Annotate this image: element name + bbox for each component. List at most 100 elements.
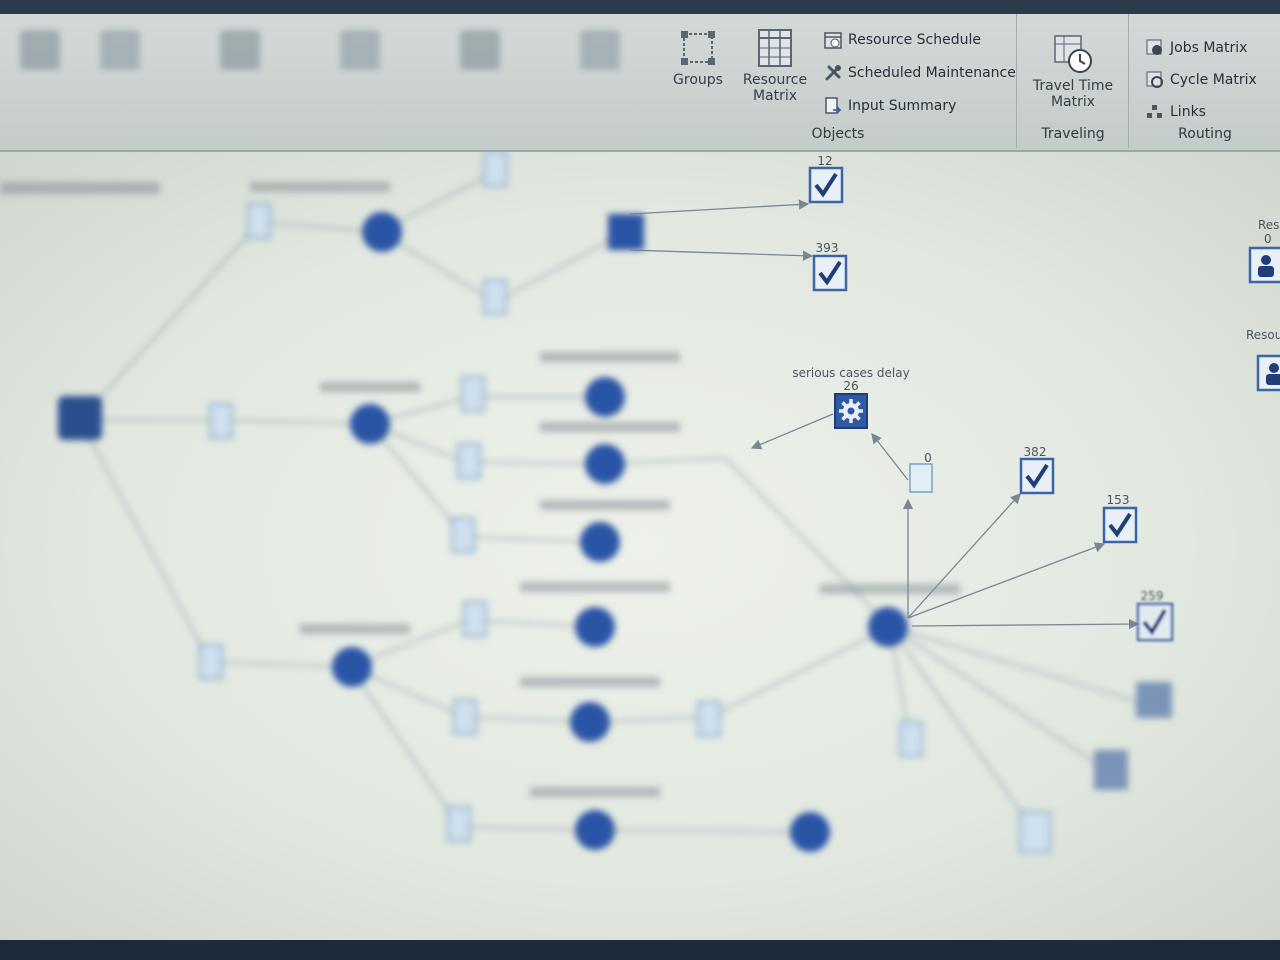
server-node[interactable] xyxy=(575,810,615,850)
queue-node[interactable] xyxy=(199,644,223,680)
queue-node[interactable] xyxy=(483,279,507,315)
queue-node[interactable] xyxy=(447,806,471,842)
resource-1-count: 0 xyxy=(1264,232,1272,246)
groups-label: Groups xyxy=(673,72,723,88)
server-node[interactable] xyxy=(570,702,610,742)
sink-node[interactable] xyxy=(808,166,844,204)
queue-node[interactable] xyxy=(463,601,487,637)
resource-matrix-button[interactable]: Resource Matrix xyxy=(738,28,812,104)
serious-cases-delay-label: serious cases delay xyxy=(792,366,910,380)
travel-time-matrix-button[interactable]: Travel Time Matrix xyxy=(1028,34,1118,110)
queue-node[interactable] xyxy=(909,463,933,493)
scheduled-maintenance-button[interactable]: Scheduled Maintenance xyxy=(824,61,1016,85)
server-node[interactable] xyxy=(350,404,390,444)
node-label-blurred xyxy=(0,182,160,194)
calendar-icon xyxy=(824,31,842,49)
groups-button[interactable]: Groups xyxy=(668,28,728,88)
sink-node[interactable] xyxy=(1136,602,1174,642)
clock-grid-icon xyxy=(1053,34,1093,74)
server-node[interactable] xyxy=(790,812,830,852)
routing-group-label: Routing xyxy=(1178,126,1232,142)
scheduled-maintenance-label: Scheduled Maintenance xyxy=(848,65,1016,81)
cycle-matrix-label: Cycle Matrix xyxy=(1170,72,1257,88)
queue-node[interactable] xyxy=(483,152,507,187)
server-node[interactable] xyxy=(585,377,625,417)
jobs-matrix-label: Jobs Matrix xyxy=(1170,40,1248,56)
queue-node[interactable] xyxy=(1019,811,1051,853)
serious-cases-delay-node[interactable] xyxy=(834,393,868,429)
node-label-blurred xyxy=(820,584,960,594)
cycle-matrix-button[interactable]: Cycle Matrix xyxy=(1146,68,1257,92)
document-arrow-icon xyxy=(824,97,842,115)
queue-node[interactable] xyxy=(457,443,481,479)
queue-node[interactable] xyxy=(209,403,233,439)
node-label-blurred xyxy=(520,677,660,687)
node-label-blurred xyxy=(540,422,680,432)
taskbar xyxy=(0,940,1280,960)
objects-group-label: Objects xyxy=(811,126,865,142)
links-icon xyxy=(1146,103,1164,121)
title-bar xyxy=(0,0,1280,14)
sink-5-count: 259 xyxy=(1140,589,1164,603)
travel-time-matrix-label: Travel Time Matrix xyxy=(1032,78,1114,110)
jobs-matrix-button[interactable]: Jobs Matrix xyxy=(1146,36,1247,60)
resource-matrix-label: Resource Matrix xyxy=(742,72,808,104)
resource-matrix-icon xyxy=(755,28,795,68)
sink-node[interactable] xyxy=(1102,506,1138,544)
sink-4-count: 153 xyxy=(1106,493,1130,507)
node-label-blurred xyxy=(300,624,410,634)
links-button[interactable]: Links xyxy=(1146,100,1206,124)
server-node[interactable] xyxy=(332,647,372,687)
node-label-blurred xyxy=(540,500,670,510)
sink-2-count: 393 xyxy=(815,241,839,255)
resource-schedule-label: Resource Schedule xyxy=(848,32,981,48)
ribbon-group-routing: Jobs Matrix Cycle Matrix Links Routing xyxy=(1130,14,1280,148)
groups-icon xyxy=(678,28,718,68)
sink-node[interactable] xyxy=(812,254,848,292)
sink-1-count: 12 xyxy=(817,154,833,168)
server-node[interactable] xyxy=(608,214,644,250)
node-label-blurred xyxy=(540,352,680,362)
resource-nodes xyxy=(1248,246,1280,392)
node-label-blurred xyxy=(320,382,420,392)
queue-node[interactable] xyxy=(461,376,485,412)
resource-node[interactable] xyxy=(1256,354,1280,392)
input-summary-label: Input Summary xyxy=(848,98,957,114)
source-node[interactable] xyxy=(58,396,102,440)
sink-3-count: 382 xyxy=(1023,445,1047,459)
queue-node[interactable] xyxy=(451,517,475,553)
server-node[interactable] xyxy=(580,522,620,562)
gear-icon xyxy=(839,399,863,423)
queue-node[interactable] xyxy=(697,701,721,737)
serious-cases-delay-count: 26 xyxy=(843,379,859,393)
node-label-blurred xyxy=(520,582,670,592)
queue-node[interactable] xyxy=(899,721,923,757)
ribbon-group-objects: Groups Resource Matrix Resource Schedule xyxy=(660,14,1017,148)
resource-2-label: Resou xyxy=(1246,328,1280,342)
links-label: Links xyxy=(1170,104,1206,120)
queue-node[interactable] xyxy=(453,699,477,735)
blurred-nodes xyxy=(0,152,1172,853)
resource-node[interactable] xyxy=(1248,246,1280,284)
resource-schedule-button[interactable]: Resource Schedule xyxy=(824,28,981,52)
resource-1-label: Resourc xyxy=(1258,218,1280,232)
sink-node[interactable] xyxy=(1019,457,1055,495)
tools-icon xyxy=(824,64,842,82)
jobs-matrix-icon xyxy=(1146,39,1164,57)
node-label-blurred xyxy=(530,787,660,797)
ribbon: Groups Resource Matrix Resource Schedule xyxy=(0,0,1280,152)
node-label-blurred xyxy=(250,182,390,192)
ribbon-group-traveling: Travel Time Matrix Traveling xyxy=(1018,14,1129,148)
server-node[interactable] xyxy=(362,212,402,252)
server-node[interactable] xyxy=(868,607,908,647)
server-node[interactable] xyxy=(585,444,625,484)
model-canvas[interactable]: 12 393 serious cases delay 26 0 382 153 … xyxy=(0,152,1280,940)
flow-diagram xyxy=(0,152,1280,853)
sink-node[interactable] xyxy=(1136,682,1172,718)
server-node[interactable] xyxy=(575,607,615,647)
cycle-matrix-icon xyxy=(1146,71,1164,89)
input-summary-button[interactable]: Input Summary xyxy=(824,94,956,118)
focused-links xyxy=(629,199,1140,630)
sink-node[interactable] xyxy=(1094,750,1128,790)
queue-node[interactable] xyxy=(247,203,271,239)
